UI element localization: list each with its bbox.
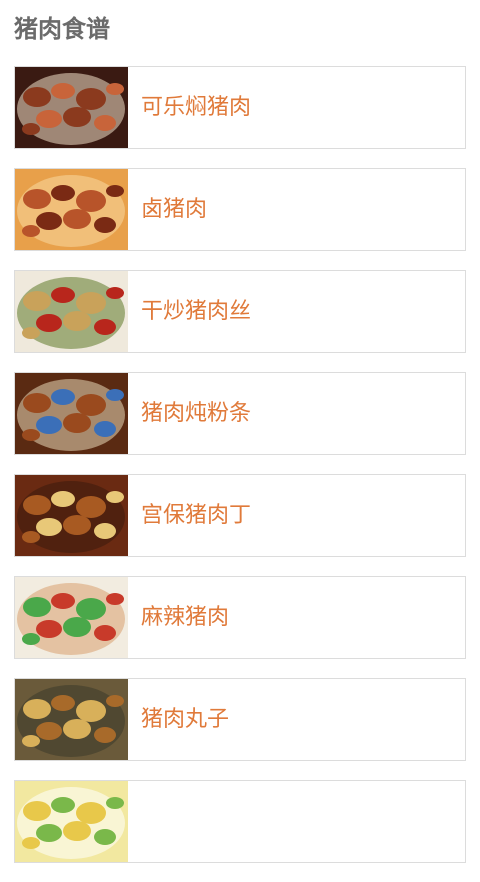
recipe-title: 可乐焖猪肉 [141,95,252,120]
recipe-title: 卤猪肉 [141,197,208,222]
pork-noodle-stew-photo [15,373,128,454]
recipe-title: 宫保猪肉丁 [141,503,252,528]
recipe-list-item[interactable]: 猪肉丸子 [14,678,466,761]
recipe-list-item[interactable] [14,780,466,863]
recipe-list-item[interactable]: 麻辣猪肉 [14,576,466,659]
recipe-title: 猪肉丸子 [141,707,230,732]
recipe-list: 可乐焖猪肉卤猪肉干炒猪肉丝猪肉炖粉条宫保猪肉丁麻辣猪肉猪肉丸子 [14,66,466,882]
app-header: 猪肉食谱 [0,0,480,60]
kungpao-pork-photo [15,475,128,556]
recipe-title: 猪肉炖粉条 [141,401,252,426]
braised-pork-photo [15,67,128,148]
dish-photo [15,781,128,862]
shredded-pork-photo [15,271,128,352]
recipe-list-item[interactable]: 猪肉炖粉条 [14,372,466,455]
recipe-list-item[interactable]: 卤猪肉 [14,168,466,251]
pork-meatball-photo [15,679,128,760]
recipe-list-item[interactable]: 干炒猪肉丝 [14,270,466,353]
recipe-list-item[interactable]: 宫保猪肉丁 [14,474,466,557]
recipe-title: 麻辣猪肉 [141,605,230,630]
page-title: 猪肉食谱 [14,15,110,43]
marinated-pork-photo [15,169,128,250]
recipe-list-item[interactable]: 可乐焖猪肉 [14,66,466,149]
spicy-pork-photo [15,577,128,658]
recipe-title: 干炒猪肉丝 [141,299,252,324]
